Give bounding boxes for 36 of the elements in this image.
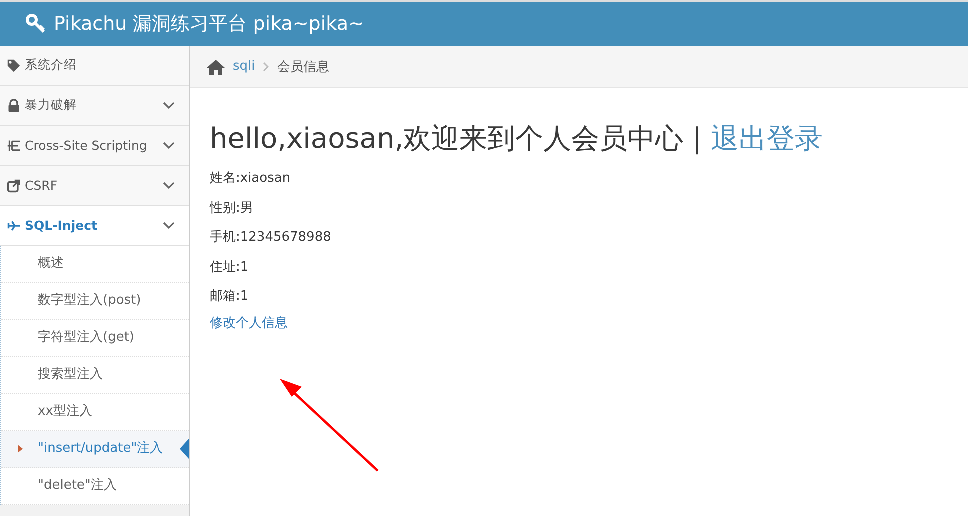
nav-label: Cross-Site Scripting <box>25 138 148 153</box>
home-icon <box>207 58 225 74</box>
logout-link[interactable]: 退出登录 <box>710 122 823 155</box>
plane-icon <box>7 218 21 232</box>
share-icon <box>7 178 21 192</box>
sidebar-item[interactable]: 系统介绍 <box>0 46 189 86</box>
breadcrumb-current: 会员信息 <box>277 58 330 76</box>
active-marker-icon <box>18 445 23 453</box>
submenu-item[interactable]: "insert/update"注入 <box>1 431 189 468</box>
list-icon <box>7 138 21 152</box>
chevron-icon <box>163 102 175 110</box>
profile-field: 邮箱:1 <box>210 282 948 312</box>
sidebar-item[interactable]: CSRF <box>0 166 189 206</box>
tag-icon <box>7 58 21 72</box>
key-icon <box>26 14 46 34</box>
chevron-right-icon <box>263 62 270 72</box>
lock-icon <box>7 98 21 112</box>
profile-field: 手机:12345678988 <box>210 223 948 252</box>
welcome-heading: hello,xiaosan,欢迎来到个人会员中心 | <box>210 122 702 155</box>
profile-field: 住址:1 <box>210 252 948 282</box>
chevron-icon <box>163 222 175 230</box>
app-title: Pikachu 漏洞练习平台 pika~pika~ <box>54 12 364 37</box>
chevron-icon <box>163 182 175 190</box>
profile-field: 姓名:xiaosan <box>210 164 948 194</box>
sidebar-item[interactable]: 暴力破解 <box>0 86 189 126</box>
nav-label: SQL-Inject <box>25 218 98 233</box>
breadcrumb-link[interactable]: sqli <box>233 59 256 74</box>
nav-label: 暴力破解 <box>25 97 78 114</box>
nav-label: 系统介绍 <box>25 57 78 74</box>
nav-label: CSRF <box>25 178 59 193</box>
active-pointer-icon <box>180 439 189 459</box>
chevron-icon <box>163 142 175 150</box>
sidebar-item[interactable]: Cross-Site Scripting <box>0 126 189 166</box>
edit-profile-link[interactable]: 修改个人信息 <box>210 312 288 336</box>
profile-field: 性别:男 <box>210 194 948 223</box>
sidebar-item[interactable]: SQL-Inject <box>0 206 189 246</box>
